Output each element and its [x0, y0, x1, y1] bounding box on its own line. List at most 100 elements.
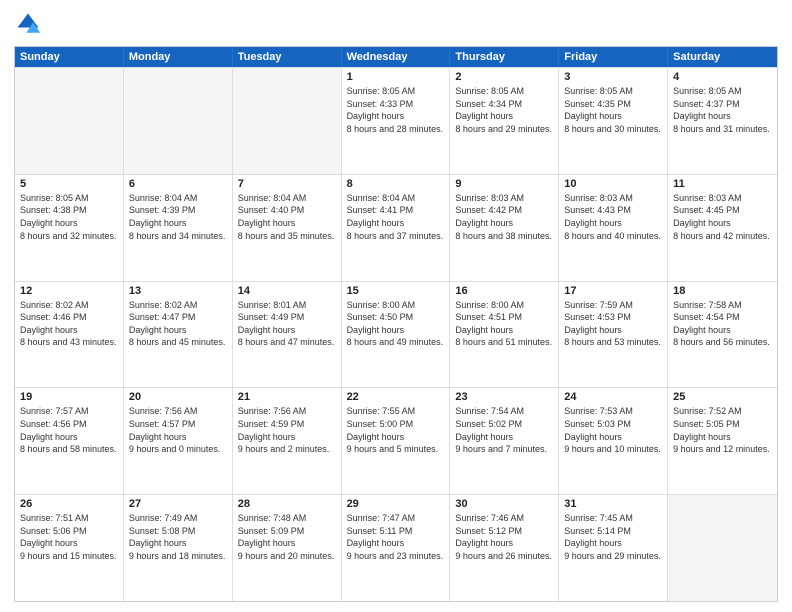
calendar-cell: 9 Sunrise: 8:03 AMSunset: 4:42 PMDaylight… — [450, 175, 559, 281]
day-number: 7 — [238, 178, 336, 190]
logo-icon — [14, 10, 42, 38]
day-number: 21 — [238, 391, 336, 403]
day-number: 5 — [20, 178, 118, 190]
day-detail: Sunrise: 8:05 AMSunset: 4:34 PMDaylight … — [455, 85, 553, 135]
day-detail: Sunrise: 8:03 AMSunset: 4:45 PMDaylight … — [673, 192, 772, 242]
day-number: 13 — [129, 285, 227, 297]
calendar-cell: 10Sunrise: 8:03 AMSunset: 4:43 PMDayligh… — [559, 175, 668, 281]
day-detail: Sunrise: 7:57 AMSunset: 4:56 PMDaylight … — [20, 405, 118, 455]
day-detail: Sunrise: 7:59 AMSunset: 4:53 PMDaylight … — [564, 299, 662, 349]
day-detail: Sunrise: 7:55 AMSunset: 5:00 PMDaylight … — [347, 405, 445, 455]
calendar-cell: 18Sunrise: 7:58 AMSunset: 4:54 PMDayligh… — [668, 282, 777, 388]
calendar-week: 19Sunrise: 7:57 AMSunset: 4:56 PMDayligh… — [15, 387, 777, 494]
calendar-cell: 1 Sunrise: 8:05 AMSunset: 4:33 PMDaylight… — [342, 68, 451, 174]
calendar-cell: 25 Sunrise: 7:52 AMSunset: 5:05 PMDayligh… — [668, 388, 777, 494]
day-number: 26 — [20, 498, 118, 510]
day-number: 1 — [347, 71, 445, 83]
calendar-cell: 19Sunrise: 7:57 AMSunset: 4:56 PMDayligh… — [15, 388, 124, 494]
day-number: 29 — [347, 498, 445, 510]
calendar-cell: 17 Sunrise: 7:59 AMSunset: 4:53 PMDayligh… — [559, 282, 668, 388]
calendar-cell: 16 Sunrise: 8:00 AMSunset: 4:51 PMDayligh… — [450, 282, 559, 388]
day-detail: Sunrise: 8:00 AMSunset: 4:51 PMDaylight … — [455, 299, 553, 349]
day-number: 14 — [238, 285, 336, 297]
day-number: 8 — [347, 178, 445, 190]
day-detail: Sunrise: 7:46 AMSunset: 5:12 PMDaylight … — [455, 512, 553, 562]
day-detail: Sunrise: 7:56 AMSunset: 4:59 PMDaylight … — [238, 405, 336, 455]
day-number: 22 — [347, 391, 445, 403]
calendar-cell: 20 Sunrise: 7:56 AMSunset: 4:57 PMDayligh… — [124, 388, 233, 494]
weekday-header: Monday — [124, 47, 233, 67]
day-number: 28 — [238, 498, 336, 510]
day-detail: Sunrise: 7:52 AMSunset: 5:05 PMDaylight … — [673, 405, 772, 455]
calendar-cell: 2 Sunrise: 8:05 AMSunset: 4:34 PMDaylight… — [450, 68, 559, 174]
day-detail: Sunrise: 7:48 AMSunset: 5:09 PMDaylight … — [238, 512, 336, 562]
calendar-cell: 5 Sunrise: 8:05 AMSunset: 4:38 PMDaylight… — [15, 175, 124, 281]
day-detail: Sunrise: 7:45 AMSunset: 5:14 PMDaylight … — [564, 512, 662, 562]
weekday-header: Sunday — [15, 47, 124, 67]
calendar-cell: 30Sunrise: 7:46 AMSunset: 5:12 PMDayligh… — [450, 495, 559, 601]
day-number: 31 — [564, 498, 662, 510]
day-number: 15 — [347, 285, 445, 297]
day-number: 6 — [129, 178, 227, 190]
day-detail: Sunrise: 8:01 AMSunset: 4:49 PMDaylight … — [238, 299, 336, 349]
day-number: 11 — [673, 178, 772, 190]
calendar: SundayMondayTuesdayWednesdayThursdayFrid… — [14, 46, 778, 602]
calendar-cell: 21 Sunrise: 7:56 AMSunset: 4:59 PMDayligh… — [233, 388, 342, 494]
day-number: 24 — [564, 391, 662, 403]
calendar-cell — [668, 495, 777, 601]
day-number: 25 — [673, 391, 772, 403]
weekday-header: Tuesday — [233, 47, 342, 67]
calendar-cell: 23 Sunrise: 7:54 AMSunset: 5:02 PMDayligh… — [450, 388, 559, 494]
day-detail: Sunrise: 7:56 AMSunset: 4:57 PMDaylight … — [129, 405, 227, 455]
day-number: 12 — [20, 285, 118, 297]
day-number: 17 — [564, 285, 662, 297]
day-number: 23 — [455, 391, 553, 403]
day-detail: Sunrise: 8:03 AMSunset: 4:42 PMDaylight … — [455, 192, 553, 242]
day-detail: Sunrise: 7:47 AMSunset: 5:11 PMDaylight … — [347, 512, 445, 562]
calendar-body: 1 Sunrise: 8:05 AMSunset: 4:33 PMDaylight… — [15, 67, 777, 601]
day-detail: Sunrise: 7:54 AMSunset: 5:02 PMDaylight … — [455, 405, 553, 455]
day-number: 9 — [455, 178, 553, 190]
day-detail: Sunrise: 8:05 AMSunset: 4:35 PMDaylight … — [564, 85, 662, 135]
day-number: 10 — [564, 178, 662, 190]
weekday-header: Saturday — [668, 47, 777, 67]
calendar-week: 5 Sunrise: 8:05 AMSunset: 4:38 PMDaylight… — [15, 174, 777, 281]
calendar-cell: 29 Sunrise: 7:47 AMSunset: 5:11 PMDayligh… — [342, 495, 451, 601]
calendar-cell: 11 Sunrise: 8:03 AMSunset: 4:45 PMDayligh… — [668, 175, 777, 281]
day-detail: Sunrise: 8:05 AMSunset: 4:37 PMDaylight … — [673, 85, 772, 135]
calendar-cell: 28 Sunrise: 7:48 AMSunset: 5:09 PMDayligh… — [233, 495, 342, 601]
calendar-week: 26 Sunrise: 7:51 AMSunset: 5:06 PMDayligh… — [15, 494, 777, 601]
weekday-header: Thursday — [450, 47, 559, 67]
day-number: 4 — [673, 71, 772, 83]
calendar-cell: 4 Sunrise: 8:05 AMSunset: 4:37 PMDaylight… — [668, 68, 777, 174]
calendar-cell: 26 Sunrise: 7:51 AMSunset: 5:06 PMDayligh… — [15, 495, 124, 601]
logo — [14, 10, 46, 38]
calendar-cell — [15, 68, 124, 174]
calendar-cell: 7 Sunrise: 8:04 AMSunset: 4:40 PMDaylight… — [233, 175, 342, 281]
day-number: 20 — [129, 391, 227, 403]
day-detail: Sunrise: 7:49 AMSunset: 5:08 PMDaylight … — [129, 512, 227, 562]
day-detail: Sunrise: 7:51 AMSunset: 5:06 PMDaylight … — [20, 512, 118, 562]
calendar-header: SundayMondayTuesdayWednesdayThursdayFrid… — [15, 47, 777, 67]
day-detail: Sunrise: 8:02 AMSunset: 4:46 PMDaylight … — [20, 299, 118, 349]
day-detail: Sunrise: 8:05 AMSunset: 4:33 PMDaylight … — [347, 85, 445, 135]
page: SundayMondayTuesdayWednesdayThursdayFrid… — [0, 0, 792, 612]
calendar-cell: 6 Sunrise: 8:04 AMSunset: 4:39 PMDaylight… — [124, 175, 233, 281]
day-detail: Sunrise: 8:04 AMSunset: 4:40 PMDaylight … — [238, 192, 336, 242]
calendar-week: 1 Sunrise: 8:05 AMSunset: 4:33 PMDaylight… — [15, 67, 777, 174]
calendar-cell: 14 Sunrise: 8:01 AMSunset: 4:49 PMDayligh… — [233, 282, 342, 388]
header — [14, 10, 778, 38]
day-number: 2 — [455, 71, 553, 83]
weekday-header: Wednesday — [342, 47, 451, 67]
day-number: 16 — [455, 285, 553, 297]
day-detail: Sunrise: 8:04 AMSunset: 4:39 PMDaylight … — [129, 192, 227, 242]
calendar-cell: 15Sunrise: 8:00 AMSunset: 4:50 PMDayligh… — [342, 282, 451, 388]
calendar-cell — [124, 68, 233, 174]
calendar-cell: 27Sunrise: 7:49 AMSunset: 5:08 PMDayligh… — [124, 495, 233, 601]
calendar-cell: 8Sunrise: 8:04 AMSunset: 4:41 PMDaylight… — [342, 175, 451, 281]
calendar-cell: 3Sunrise: 8:05 AMSunset: 4:35 PMDaylight… — [559, 68, 668, 174]
day-detail: Sunrise: 8:05 AMSunset: 4:38 PMDaylight … — [20, 192, 118, 242]
calendar-cell: 13Sunrise: 8:02 AMSunset: 4:47 PMDayligh… — [124, 282, 233, 388]
calendar-cell: 22 Sunrise: 7:55 AMSunset: 5:00 PMDayligh… — [342, 388, 451, 494]
calendar-cell: 24Sunrise: 7:53 AMSunset: 5:03 PMDayligh… — [559, 388, 668, 494]
